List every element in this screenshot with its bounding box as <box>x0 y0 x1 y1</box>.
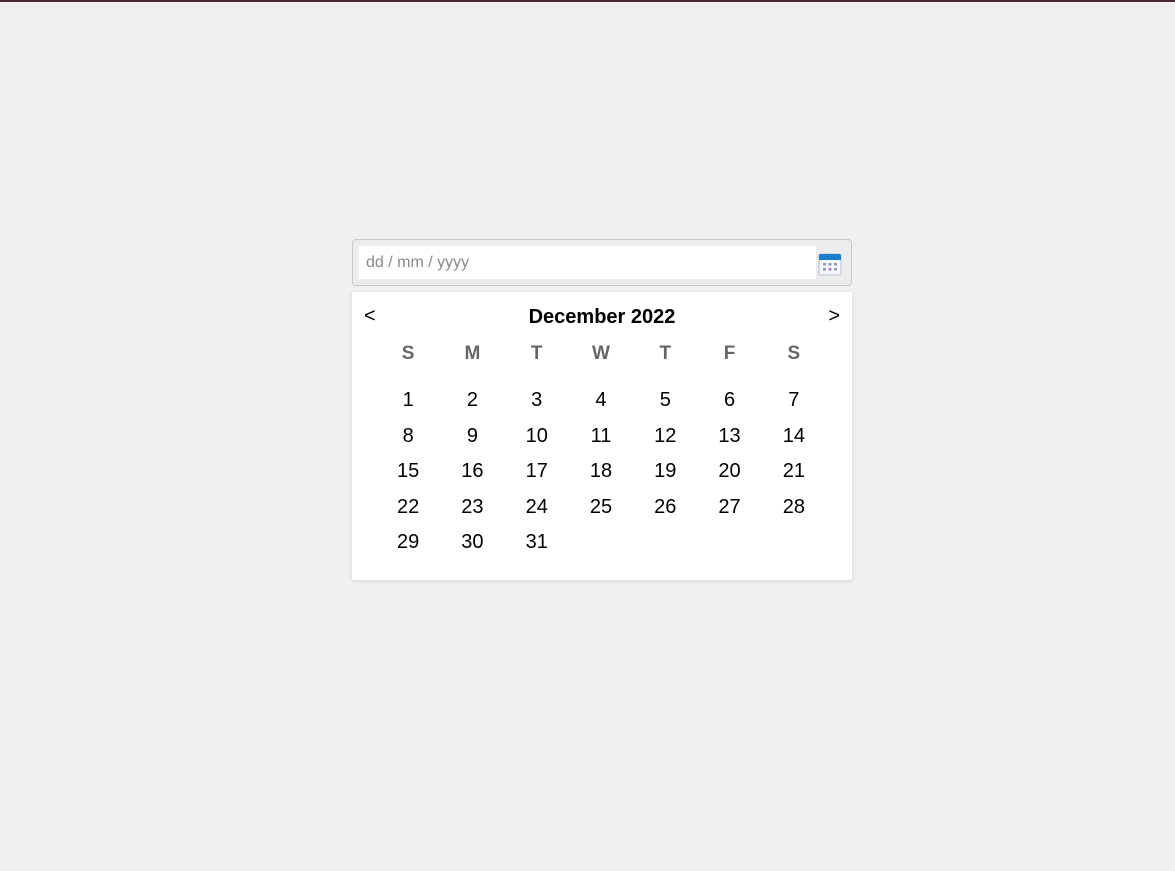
day-cell[interactable]: 22 <box>376 490 440 526</box>
weekday-label: S <box>401 343 415 364</box>
day-cell-empty <box>697 525 761 561</box>
next-month-button[interactable]: > <box>828 304 840 328</box>
weekday-label: T <box>659 343 672 364</box>
day-cell[interactable]: 20 <box>697 454 761 490</box>
day-grid: 1 2 3 4 5 6 7 8 9 10 11 12 13 14 15 16 1… <box>376 383 826 561</box>
window-top-border <box>0 0 1175 2</box>
calendar-icon <box>818 253 842 276</box>
day-cell[interactable]: 24 <box>505 490 569 526</box>
calendar-popup: < December 2022 > S M T W T F S 1 2 3 4 … <box>352 292 852 580</box>
day-cell[interactable]: 29 <box>376 525 440 561</box>
day-cell[interactable]: 30 <box>440 525 504 561</box>
weekday-label: M <box>464 343 481 364</box>
weekday-header: S M T W T F S <box>376 342 826 366</box>
day-cell[interactable]: 26 <box>633 490 697 526</box>
week-row: 29 30 31 <box>376 525 826 561</box>
week-row: 15 16 17 18 19 20 21 <box>376 454 826 490</box>
day-cell[interactable]: 13 <box>697 419 761 455</box>
day-cell[interactable]: 11 <box>569 419 633 455</box>
week-row: 22 23 24 25 26 27 28 <box>376 490 826 526</box>
weekday-label: F <box>723 343 736 364</box>
weekday-label: T <box>530 343 543 364</box>
day-cell[interactable]: 31 <box>505 525 569 561</box>
day-cell[interactable]: 10 <box>505 419 569 455</box>
day-cell-empty <box>762 525 826 561</box>
calendar-toggle-button[interactable] <box>818 252 842 276</box>
day-cell[interactable]: 16 <box>440 454 504 490</box>
day-cell[interactable]: 14 <box>762 419 826 455</box>
day-cell[interactable]: 2 <box>440 383 504 419</box>
day-cell[interactable]: 28 <box>762 490 826 526</box>
date-picker: < December 2022 > S M T W T F S 1 2 3 4 … <box>352 239 852 580</box>
day-cell[interactable]: 7 <box>762 383 826 419</box>
day-cell[interactable]: 1 <box>376 383 440 419</box>
week-row: 1 2 3 4 5 6 7 <box>376 383 826 419</box>
day-cell[interactable]: 12 <box>633 419 697 455</box>
day-cell[interactable]: 4 <box>569 383 633 419</box>
day-cell[interactable]: 9 <box>440 419 504 455</box>
day-cell[interactable]: 6 <box>697 383 761 419</box>
day-cell[interactable]: 18 <box>569 454 633 490</box>
weekday-label: W <box>592 343 610 364</box>
day-cell[interactable]: 8 <box>376 419 440 455</box>
day-cell-empty <box>633 525 697 561</box>
day-cell-empty <box>569 525 633 561</box>
calendar-grid: S M T W T F S 1 2 3 4 5 6 7 8 9 10 11 12… <box>376 342 826 561</box>
weekday-label: S <box>787 343 801 364</box>
day-cell[interactable]: 15 <box>376 454 440 490</box>
day-cell[interactable]: 21 <box>762 454 826 490</box>
day-cell[interactable]: 25 <box>569 490 633 526</box>
date-input-container <box>352 239 852 286</box>
date-input[interactable] <box>359 246 816 279</box>
week-row: 8 9 10 11 12 13 14 <box>376 419 826 455</box>
day-cell[interactable]: 3 <box>505 383 569 419</box>
month-title: December 2022 <box>528 306 676 328</box>
day-cell[interactable]: 5 <box>633 383 697 419</box>
day-cell[interactable]: 27 <box>697 490 761 526</box>
day-cell[interactable]: 17 <box>505 454 569 490</box>
day-cell[interactable]: 19 <box>633 454 697 490</box>
day-cell[interactable]: 23 <box>440 490 504 526</box>
